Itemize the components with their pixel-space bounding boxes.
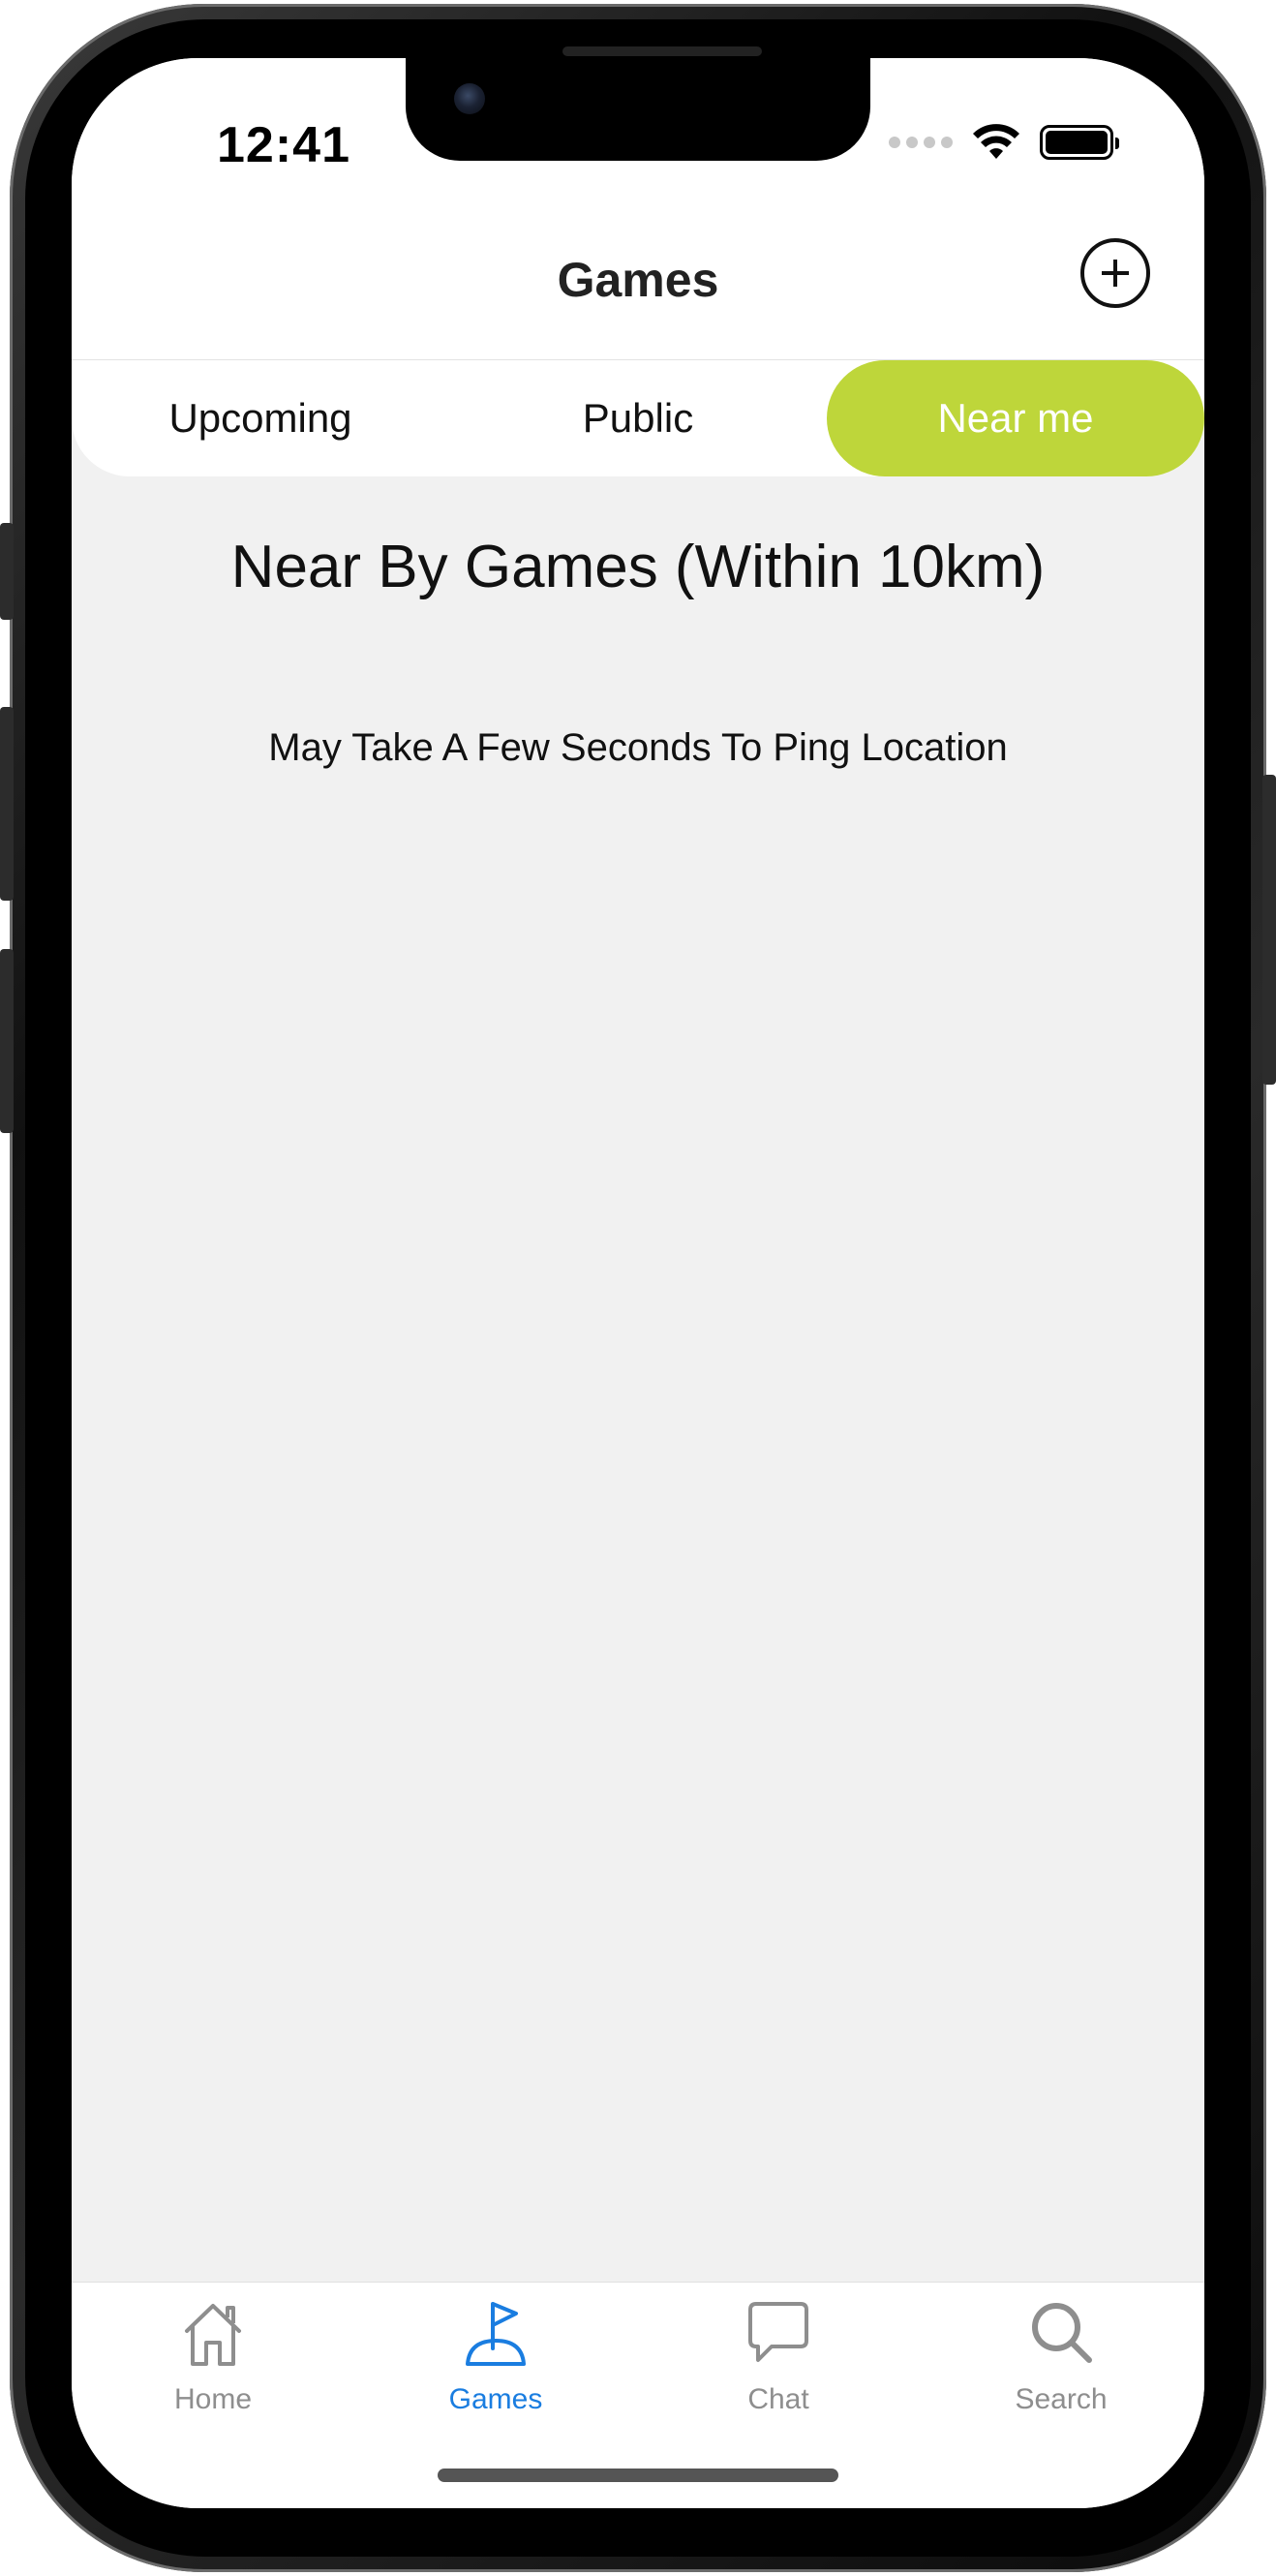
wifi-icon [973, 124, 1019, 159]
tab-upcoming-label: Upcoming [168, 395, 352, 441]
tab-public-label: Public [582, 395, 694, 441]
bottom-tab-bar: Home Games Chat Search [72, 2282, 1204, 2508]
navigation-bar: Games [72, 203, 1204, 360]
dynamic-notch [406, 58, 870, 161]
tab-bar-home[interactable]: Home [116, 2296, 310, 2432]
page-title: Games [557, 253, 719, 307]
tab-bar-chat-label: Chat [747, 2383, 809, 2415]
status-bar: 12:41 [72, 58, 1204, 203]
battery-icon [1040, 125, 1119, 160]
volume-down-button [0, 949, 14, 1133]
screen: 12:41 Games Upcoming Public Near me Near… [72, 58, 1204, 2508]
device-frame: 12:41 Games Upcoming Public Near me Near… [0, 0, 1276, 2576]
golf-flag-icon [466, 2302, 526, 2366]
tab-public[interactable]: Public [449, 360, 827, 476]
power-button [1262, 775, 1276, 1085]
chat-bubble-icon [748, 2302, 808, 2362]
silent-switch [0, 523, 14, 620]
location-hint-text: May Take A Few Seconds To Ping Location [268, 726, 1008, 769]
plus-circle-icon [1102, 260, 1129, 287]
magnifier-icon [1032, 2303, 1092, 2363]
segmented-control: Upcoming Public Near me [72, 360, 1204, 476]
near-by-games-heading: Near By Games (Within 10km) [230, 534, 1046, 600]
cellular-signal-icon [889, 137, 953, 148]
front-camera-icon [454, 83, 485, 114]
earpiece-speaker [562, 46, 762, 56]
tab-bar-search-label: Search [1015, 2383, 1108, 2415]
home-indicator[interactable] [438, 2469, 838, 2482]
tab-bar-chat[interactable]: Chat [682, 2296, 875, 2432]
tab-upcoming[interactable]: Upcoming [72, 360, 449, 476]
house-icon [185, 2304, 241, 2366]
tab-near-me-label: Near me [937, 395, 1094, 441]
status-indicators [889, 124, 1119, 161]
tab-bar-home-label: Home [173, 2383, 253, 2415]
add-game-button[interactable] [1080, 238, 1150, 308]
tab-bar-games[interactable]: Games [399, 2296, 592, 2432]
volume-up-button [0, 707, 14, 901]
tab-bar-games-label: Games [448, 2383, 543, 2415]
tab-near-me[interactable]: Near me [827, 360, 1204, 476]
tab-bar-search[interactable]: Search [964, 2296, 1158, 2432]
status-time: 12:41 [217, 117, 350, 173]
